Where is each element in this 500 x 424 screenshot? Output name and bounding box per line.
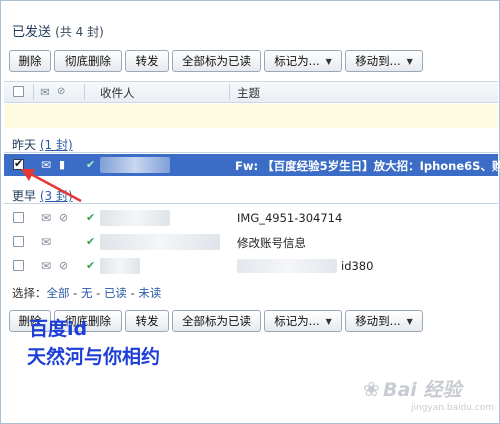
arrow-shaft (26, 170, 82, 203)
mail-window: 已发送 (共 4 封) 删除 彻底删除 转发 全部标为已读 标记为... ▼ 移… (0, 0, 500, 424)
baidu-jingyan-watermark: ❀ Bai 经验 jingyan.baidu.com (361, 373, 495, 421)
red-arrow-annotation (21, 169, 82, 203)
watermark-url: jingyan.baidu.com (411, 403, 495, 413)
paw-logo-icon: ❀ (363, 377, 380, 401)
watermark-main: Bai 经验 (383, 379, 462, 401)
